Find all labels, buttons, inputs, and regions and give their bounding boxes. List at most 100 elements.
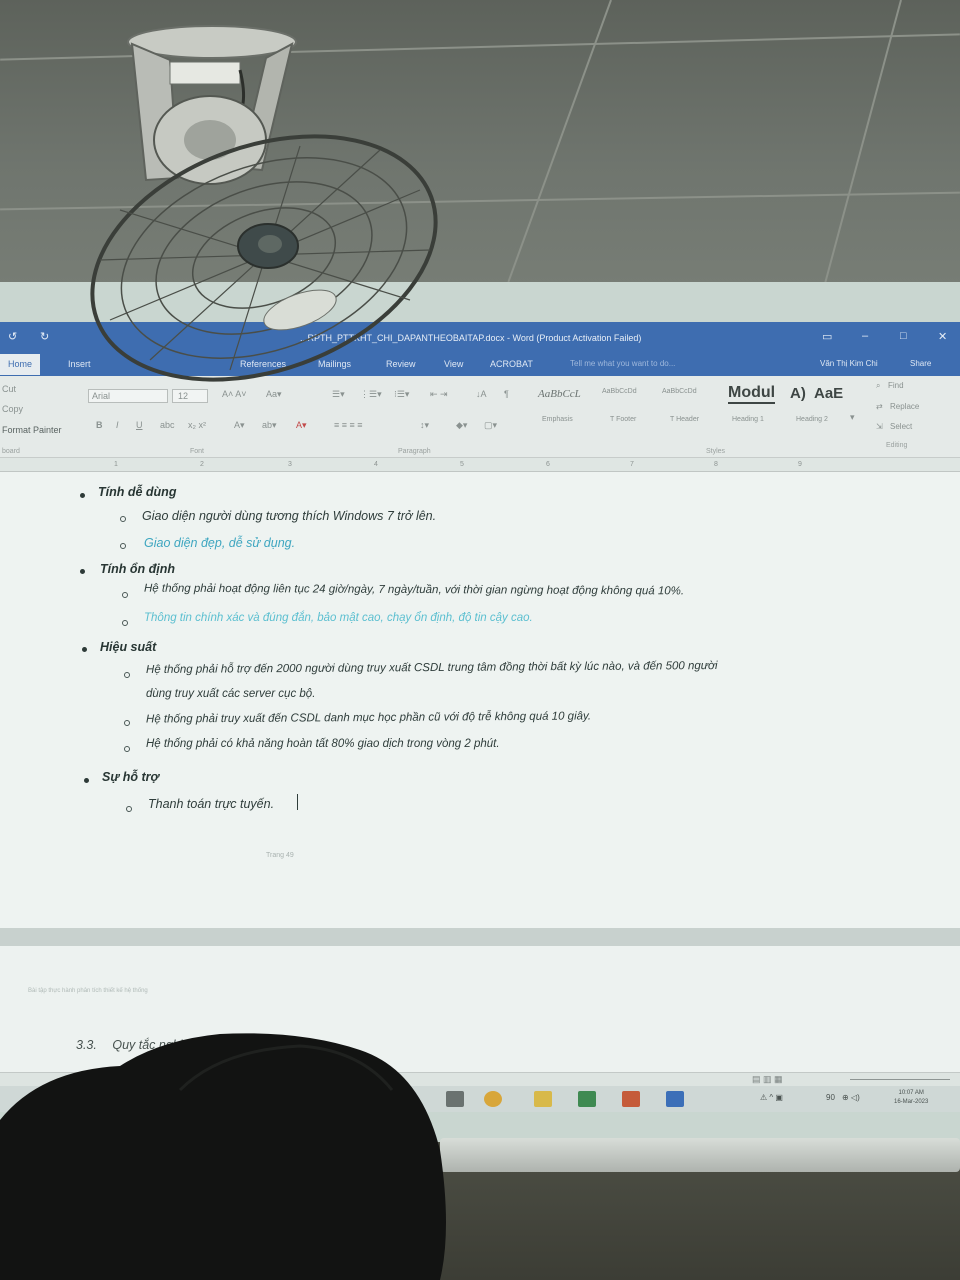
next-heading: 3.3. Quy tắc nghi xyxy=(76,1038,183,1052)
style-heading2-name: Heading 2 xyxy=(796,416,828,423)
subscript-icon[interactable]: x₂ x² xyxy=(188,420,206,430)
replace-icon[interactable]: ⇄ xyxy=(876,402,883,411)
bullets-icon[interactable]: ☰▾ xyxy=(332,389,345,400)
redo-icon[interactable]: ↻ xyxy=(40,330,49,343)
clock-time: 10:07 AM xyxy=(898,1090,924,1096)
find-icon[interactable]: ⌕ xyxy=(876,381,880,391)
tab-acrobat[interactable]: ACROBAT xyxy=(490,359,533,369)
tab-home[interactable]: Home xyxy=(0,354,41,375)
sub-bullet xyxy=(120,516,126,522)
share-button[interactable]: Share xyxy=(910,359,931,368)
tray-icons[interactable]: ⚠ ^ ▣ xyxy=(760,1093,783,1102)
replace-button[interactable]: Replace xyxy=(890,402,919,411)
underline-icon[interactable]: U xyxy=(136,420,143,430)
bullet xyxy=(80,569,85,574)
file-explorer-icon[interactable] xyxy=(534,1091,552,1107)
clipboard-group-label: board xyxy=(2,448,20,455)
style-heading1-preview[interactable]: Modul xyxy=(728,384,776,404)
editing-group-label: Editing xyxy=(886,442,908,449)
change-case-icon[interactable]: Aa▾ xyxy=(266,389,282,400)
styles-group-label: Styles xyxy=(706,448,726,455)
style-header-name: T Header xyxy=(670,416,700,423)
mail-icon[interactable] xyxy=(446,1091,464,1107)
multilevel-list-icon[interactable]: ⁝☰▾ xyxy=(394,389,409,400)
sort-icon[interactable]: ↓A xyxy=(476,389,487,399)
ribbon-display-icon[interactable]: ▭ xyxy=(822,330,832,343)
style-heading2-preview[interactable]: AaE xyxy=(814,385,843,402)
italic-icon[interactable]: I xyxy=(116,420,119,430)
ruler[interactable]: 1 2 3 4 5 6 7 8 9 xyxy=(0,458,960,472)
powerpoint-icon[interactable] xyxy=(622,1091,640,1107)
font-color-icon[interactable]: A▾ xyxy=(296,420,307,431)
user-name[interactable]: Văn Thị Kim Chi xyxy=(820,359,878,368)
sub-bullet xyxy=(124,720,130,726)
clock[interactable]: 10:07 AM 16-Mar-2023 xyxy=(894,1089,928,1107)
view-mode-icons[interactable]: ▤ ▥ ▦ xyxy=(752,1074,783,1085)
bullet xyxy=(80,493,85,498)
list-item: Giao diện đẹp, dễ sử dụng. xyxy=(144,536,296,550)
ruler-tick: 2 xyxy=(200,461,204,468)
list-item-continuation: dùng truy xuất các server cục bộ. xyxy=(146,688,316,700)
style-emphasis-preview[interactable]: AaBbCcL xyxy=(538,388,581,400)
page-gap xyxy=(0,928,960,946)
zoom-slider[interactable] xyxy=(850,1079,950,1080)
network-volume-icons[interactable]: ⊕ ◁) xyxy=(842,1093,860,1102)
undo-icon[interactable]: ↺ xyxy=(8,330,17,343)
copy-button[interactable]: Copy xyxy=(2,404,23,414)
excel-icon[interactable] xyxy=(578,1091,596,1107)
text-effects-icon[interactable]: A▾ xyxy=(234,420,245,431)
grow-font-icon[interactable]: A˄ A˅ xyxy=(222,389,247,399)
style-footer-preview[interactable]: AaBbCcDd xyxy=(602,388,637,395)
next-page[interactable]: Bài tập thực hành phân tích thiết kế hệ … xyxy=(0,946,960,1072)
line-spacing-icon[interactable]: ↕▾ xyxy=(420,420,429,431)
tab-insert[interactable]: Insert xyxy=(68,359,91,369)
styles-more-icon[interactable]: ▾ xyxy=(850,412,855,423)
tray-number: 90 xyxy=(826,1093,835,1102)
list-item: Giao diện người dùng tương thích Windows… xyxy=(142,509,437,523)
shading-icon[interactable]: ◆▾ xyxy=(456,420,467,431)
style-header-preview[interactable]: AaBbCcDd xyxy=(662,388,697,395)
tab-mailings[interactable]: Mailings xyxy=(318,359,351,369)
font-name-dropdown[interactable]: Arial xyxy=(88,389,168,403)
find-button[interactable]: Find xyxy=(888,381,904,390)
bullet xyxy=(84,778,89,783)
minimize-icon[interactable]: – xyxy=(862,330,868,342)
header-note: Bài tập thực hành phân tích thiết kế hệ … xyxy=(28,988,148,994)
sub-bullet xyxy=(124,746,130,752)
chrome-icon[interactable] xyxy=(484,1091,502,1107)
font-size-value: 12 xyxy=(178,391,189,401)
document-page[interactable]: Tính dễ dùng Giao diện người dùng tương … xyxy=(0,472,960,928)
font-size-dropdown[interactable]: 12 xyxy=(172,389,208,403)
list-item: Hệ thống phải truy xuất đến CSDL danh mụ… xyxy=(145,710,592,726)
indent-icon[interactable]: ⇤ ⇥ xyxy=(430,389,448,400)
close-icon[interactable]: ✕ xyxy=(938,330,947,343)
text-cursor xyxy=(297,794,298,810)
font-name-value: Arial xyxy=(92,391,111,401)
align-icons[interactable]: ≡ ≡ ≡ ≡ xyxy=(334,420,363,430)
show-marks-icon[interactable]: ¶ xyxy=(504,389,509,399)
sub-bullet xyxy=(122,620,128,626)
tell-me-box[interactable]: Tell me what you want to do... xyxy=(570,359,675,368)
tab-review[interactable]: Review xyxy=(386,359,416,369)
section-heading: Tính dễ dùng xyxy=(98,485,177,499)
word-window: ↺ ↻ ...RPTH_PTTKHT_CHI_DAPANTHEOBAITAP.d… xyxy=(0,322,960,1112)
ruler-tick: 1 xyxy=(114,461,118,468)
maximize-icon[interactable]: □ xyxy=(900,330,907,342)
style-emphasis-name: Emphasis xyxy=(542,416,573,423)
word-icon[interactable] xyxy=(666,1091,684,1107)
ruler-tick: 3 xyxy=(288,461,292,468)
style-list-preview[interactable]: A) xyxy=(790,385,806,402)
status-bar: ▤ ▥ ▦ xyxy=(0,1072,960,1086)
numbering-icon[interactable]: ⋮☰▾ xyxy=(360,389,382,400)
borders-icon[interactable]: ▢▾ xyxy=(484,420,497,431)
highlight-color-icon[interactable]: ab▾ xyxy=(262,420,277,431)
paragraph-group-label: Paragraph xyxy=(398,448,431,455)
tab-view[interactable]: View xyxy=(444,359,463,369)
format-painter-button[interactable]: Format Painter xyxy=(2,425,62,435)
bold-icon[interactable]: B xyxy=(96,420,103,430)
select-button[interactable]: Select xyxy=(890,422,912,431)
strikethrough-icon[interactable]: abc xyxy=(160,420,175,430)
select-icon[interactable]: ⇲ xyxy=(876,422,883,431)
cut-button[interactable]: Cut xyxy=(2,384,16,394)
tab-references[interactable]: References xyxy=(240,359,286,369)
